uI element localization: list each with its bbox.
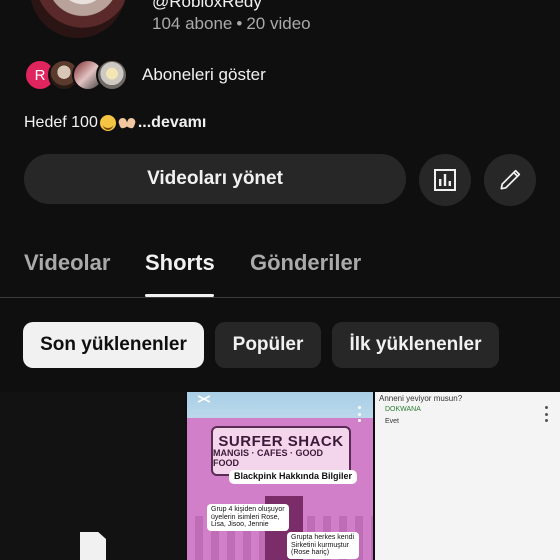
video-count: 20 video xyxy=(246,14,311,33)
tab-shorts[interactable]: Shorts xyxy=(145,250,215,276)
filter-chip-recent[interactable]: Son yüklenenler xyxy=(23,322,204,368)
chat-question: Anneni yeviyor musun? xyxy=(379,394,463,403)
thumbnail-caption: Blackpink Hakkında Bilgiler xyxy=(229,470,358,484)
filter-chip-oldest[interactable]: İlk yüklenenler xyxy=(332,322,499,368)
more-options-icon[interactable] xyxy=(544,406,548,422)
short-thumbnail[interactable]: SURFER SHACK MANGIS · CAFES · GOOD FOOD … xyxy=(187,392,373,560)
sign-sub-text: MANGIS · CAFES · GOOD FOOD xyxy=(213,448,323,468)
subscriber-count: 104 abone xyxy=(152,14,233,33)
chat-sender: DOKWANA xyxy=(385,406,421,413)
channel-avatar[interactable] xyxy=(30,0,126,38)
more-options-icon[interactable] xyxy=(357,406,361,422)
chat-reply: Evet xyxy=(385,418,400,425)
tabs-divider xyxy=(0,297,560,298)
shushing-face-icon xyxy=(99,115,116,131)
tab-gonderiler[interactable]: Gönderiler xyxy=(250,250,361,276)
thumbnail-note: Grupta herkes kendi Sirketini kurmuştur … xyxy=(287,532,359,560)
capcut-icon xyxy=(197,395,211,403)
shorts-grid: SURFER SHACK MANGIS · CAFES · GOOD FOOD … xyxy=(0,392,560,560)
description-more-link[interactable]: ...devamı xyxy=(138,114,206,132)
stats-separator: • xyxy=(236,14,243,33)
show-subscribers-label: Aboneleri göster xyxy=(142,65,266,84)
channel-tabs: Videolar Shorts Gönderiler xyxy=(0,236,560,298)
bar-chart-icon xyxy=(434,169,456,191)
subscriber-avatar xyxy=(96,59,128,91)
pencil-icon xyxy=(500,169,521,190)
thumbnail-note: Grup 4 kişiden oluşuyor üyelerin isimler… xyxy=(207,504,289,532)
channel-description[interactable]: Hedef 100 ...devamı xyxy=(24,114,206,132)
channel-stats: 104 abone • 20 video xyxy=(152,14,311,34)
analytics-button[interactable] xyxy=(419,154,471,206)
short-thumbnail[interactable]: Anneni yeviyor musun? DOKWANA Evet xyxy=(375,392,560,560)
manage-videos-button[interactable]: Videoları yönet xyxy=(24,154,406,204)
short-thumbnail[interactable] xyxy=(0,392,185,560)
heart-hands-icon xyxy=(118,115,136,131)
sign-main-text: SURFER SHACK xyxy=(218,432,344,450)
channel-handle: @RobloxRedy xyxy=(152,0,262,11)
edit-channel-button[interactable] xyxy=(484,154,536,206)
filter-chip-popular[interactable]: Popüler xyxy=(215,322,321,368)
show-subscribers-row[interactable]: R Aboneleri göster xyxy=(24,57,266,93)
description-text: Hedef 100 xyxy=(24,114,98,131)
document-icon xyxy=(80,532,106,560)
tab-videolar[interactable]: Videolar xyxy=(24,250,110,276)
surfer-shack-sign: SURFER SHACK MANGIS · CAFES · GOOD FOOD xyxy=(211,426,351,476)
